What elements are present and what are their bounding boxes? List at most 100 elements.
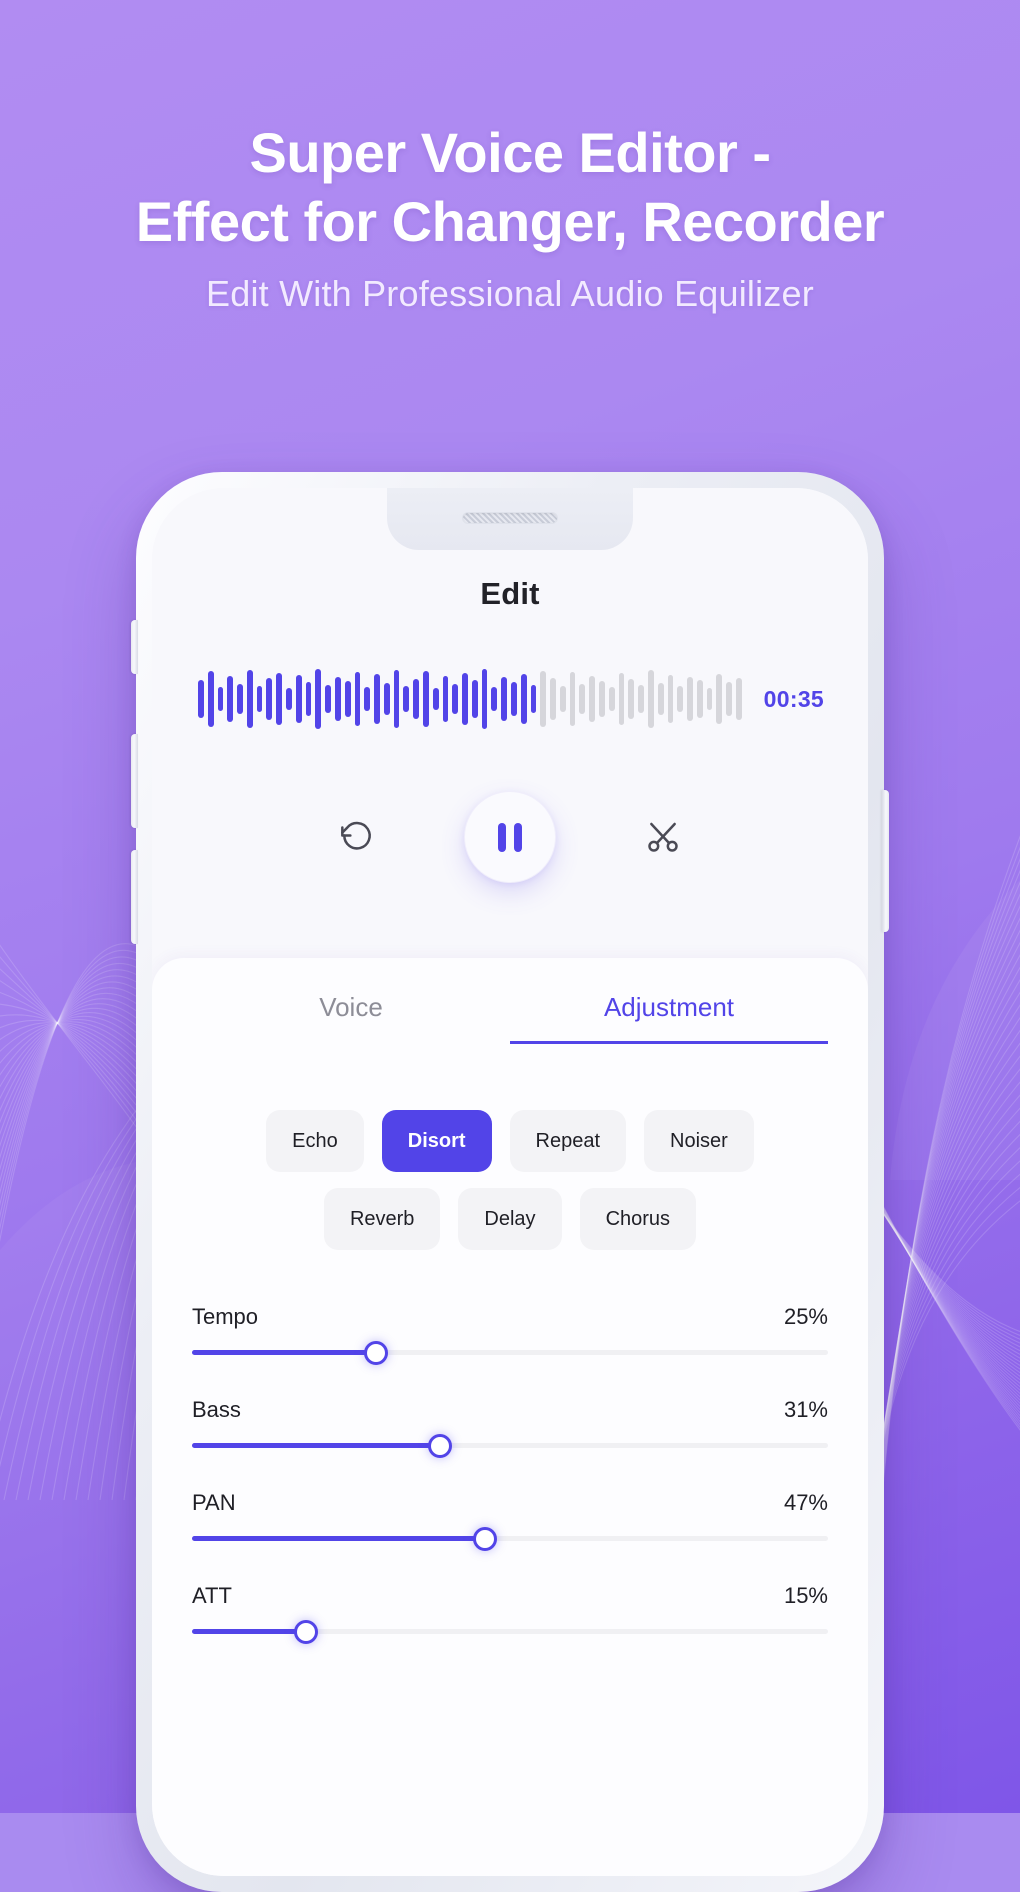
effect-chip-row-2: Reverb Delay Chorus (192, 1188, 828, 1250)
cut-button[interactable] (643, 817, 683, 857)
phone-screen-bezel: Edit 00:35 Voice Adjustment Echo Disort … (152, 488, 868, 1876)
tab-adjustment[interactable]: Adjustment (510, 992, 828, 1044)
waveform-bar (726, 682, 732, 716)
waveform-bar (657, 683, 664, 715)
waveform-bar (491, 687, 498, 711)
waveform-bar (334, 677, 341, 721)
slider-pan-value: 47% (783, 1490, 828, 1515)
speaker-grille-icon (462, 512, 558, 524)
waveform-bar (589, 676, 596, 722)
waveform-bar (618, 673, 625, 725)
waveform-bar (354, 672, 361, 726)
undo-button[interactable] (337, 817, 377, 857)
slider-att-label: ATT (192, 1583, 232, 1608)
waveform-bar (286, 688, 292, 710)
duration-label: 00:35 (763, 685, 824, 712)
waveform-bar (735, 678, 742, 720)
waveform-bar (481, 669, 488, 729)
waveform-bar (647, 670, 654, 728)
waveform-bar (462, 673, 468, 725)
slider-tempo-thumb[interactable] (364, 1340, 389, 1365)
app-screen: Edit 00:35 Voice Adjustment Echo Disort … (152, 488, 868, 1876)
promo-title: Super Voice Editor - Effect for Changer,… (0, 118, 1020, 257)
waveform-bar (706, 688, 713, 710)
waveform-bar (237, 684, 243, 714)
waveform-bar (364, 687, 371, 711)
waveform-bar (677, 686, 684, 712)
slider-bass: Bass 31% (192, 1397, 828, 1458)
slider-tempo: Tempo 25% (192, 1304, 828, 1365)
waveform-bar (266, 678, 273, 720)
promo-title-line1: Super Voice Editor - (249, 121, 771, 184)
waveform-bar (403, 686, 410, 712)
waveform-bar (687, 677, 693, 721)
effect-chip-row-1: Echo Disort Repeat Noiser (192, 1110, 828, 1172)
effect-chip-delay[interactable]: Delay (458, 1188, 562, 1250)
waveform-bar (540, 671, 547, 727)
waveform-bar (246, 670, 253, 728)
mute-switch[interactable] (131, 620, 138, 674)
waveform-bar (432, 688, 439, 710)
power-button[interactable] (882, 790, 889, 932)
waveform-bar (579, 684, 586, 714)
slider-tempo-value: 25% (783, 1304, 828, 1329)
waveform-bar (413, 679, 419, 719)
waveform-bar (217, 687, 224, 711)
waveform-bar (530, 685, 537, 713)
volume-up-button[interactable] (131, 734, 138, 828)
waveform-bar (207, 671, 214, 727)
slider-tempo-track[interactable] (192, 1340, 828, 1365)
waveform-bar (374, 674, 380, 724)
slider-group: Tempo 25% Bass 31% PAN 47% ATT 15% (192, 1304, 828, 1644)
slider-att-track[interactable] (192, 1619, 828, 1644)
waveform-bar (628, 679, 635, 719)
audio-waveform-row: 00:35 (152, 669, 868, 729)
waveform-bar (305, 682, 312, 716)
slider-pan-thumb[interactable] (472, 1526, 497, 1551)
slider-bass-thumb[interactable] (428, 1433, 453, 1458)
effect-chip-reverb[interactable]: Reverb (323, 1188, 441, 1250)
waveform-bar (501, 677, 507, 721)
waveform-bar (276, 673, 283, 725)
waveform-bar (716, 674, 723, 724)
waveform-bar (471, 680, 478, 718)
pause-icon (498, 822, 522, 852)
effect-chip-noiser[interactable]: Noiser (644, 1110, 754, 1172)
waveform-bar (198, 680, 204, 718)
slider-bass-track[interactable] (192, 1433, 828, 1458)
waveform-bar (393, 670, 400, 728)
tab-bar: Voice Adjustment (192, 992, 828, 1044)
waveform-bar (315, 669, 322, 729)
phone-mockup: Edit 00:35 Voice Adjustment Echo Disort … (131, 472, 889, 1892)
effect-chip-group: Echo Disort Repeat Noiser Reverb Delay C… (192, 1110, 828, 1250)
waveform-bar (696, 680, 703, 718)
player-controls (152, 792, 868, 882)
effect-chip-chorus[interactable]: Chorus (579, 1188, 697, 1250)
slider-att-thumb[interactable] (294, 1619, 319, 1644)
waveform-bar (608, 687, 615, 711)
waveform-bar (452, 684, 459, 714)
waveform[interactable] (196, 669, 744, 729)
waveform-bar (344, 681, 351, 717)
waveform-bar (559, 686, 566, 712)
slider-bass-label: Bass (192, 1397, 241, 1422)
waveform-bar (550, 678, 556, 720)
rotate-left-icon (341, 821, 371, 850)
effect-chip-disort[interactable]: Disort (381, 1110, 492, 1172)
effect-chip-repeat[interactable]: Repeat (509, 1110, 627, 1172)
promo-title-line2: Effect for Changer, Recorder (135, 190, 885, 254)
slider-att: ATT 15% (192, 1583, 828, 1644)
waveform-bar (383, 683, 390, 715)
volume-down-button[interactable] (131, 850, 138, 944)
waveform-bar (227, 676, 234, 722)
effect-chip-echo[interactable]: Echo (266, 1110, 364, 1172)
promo-header: Super Voice Editor - Effect for Changer,… (0, 0, 1020, 315)
waveform-bar (569, 672, 576, 726)
play-pause-button[interactable] (465, 792, 555, 882)
tab-voice[interactable]: Voice (192, 992, 510, 1044)
slider-att-value: 15% (783, 1583, 828, 1608)
slider-pan-track[interactable] (192, 1526, 828, 1551)
waveform-bar (520, 674, 527, 724)
slider-pan: PAN 47% (192, 1490, 828, 1551)
promo-subtitle: Edit With Professional Audio Equilizer (206, 272, 814, 314)
